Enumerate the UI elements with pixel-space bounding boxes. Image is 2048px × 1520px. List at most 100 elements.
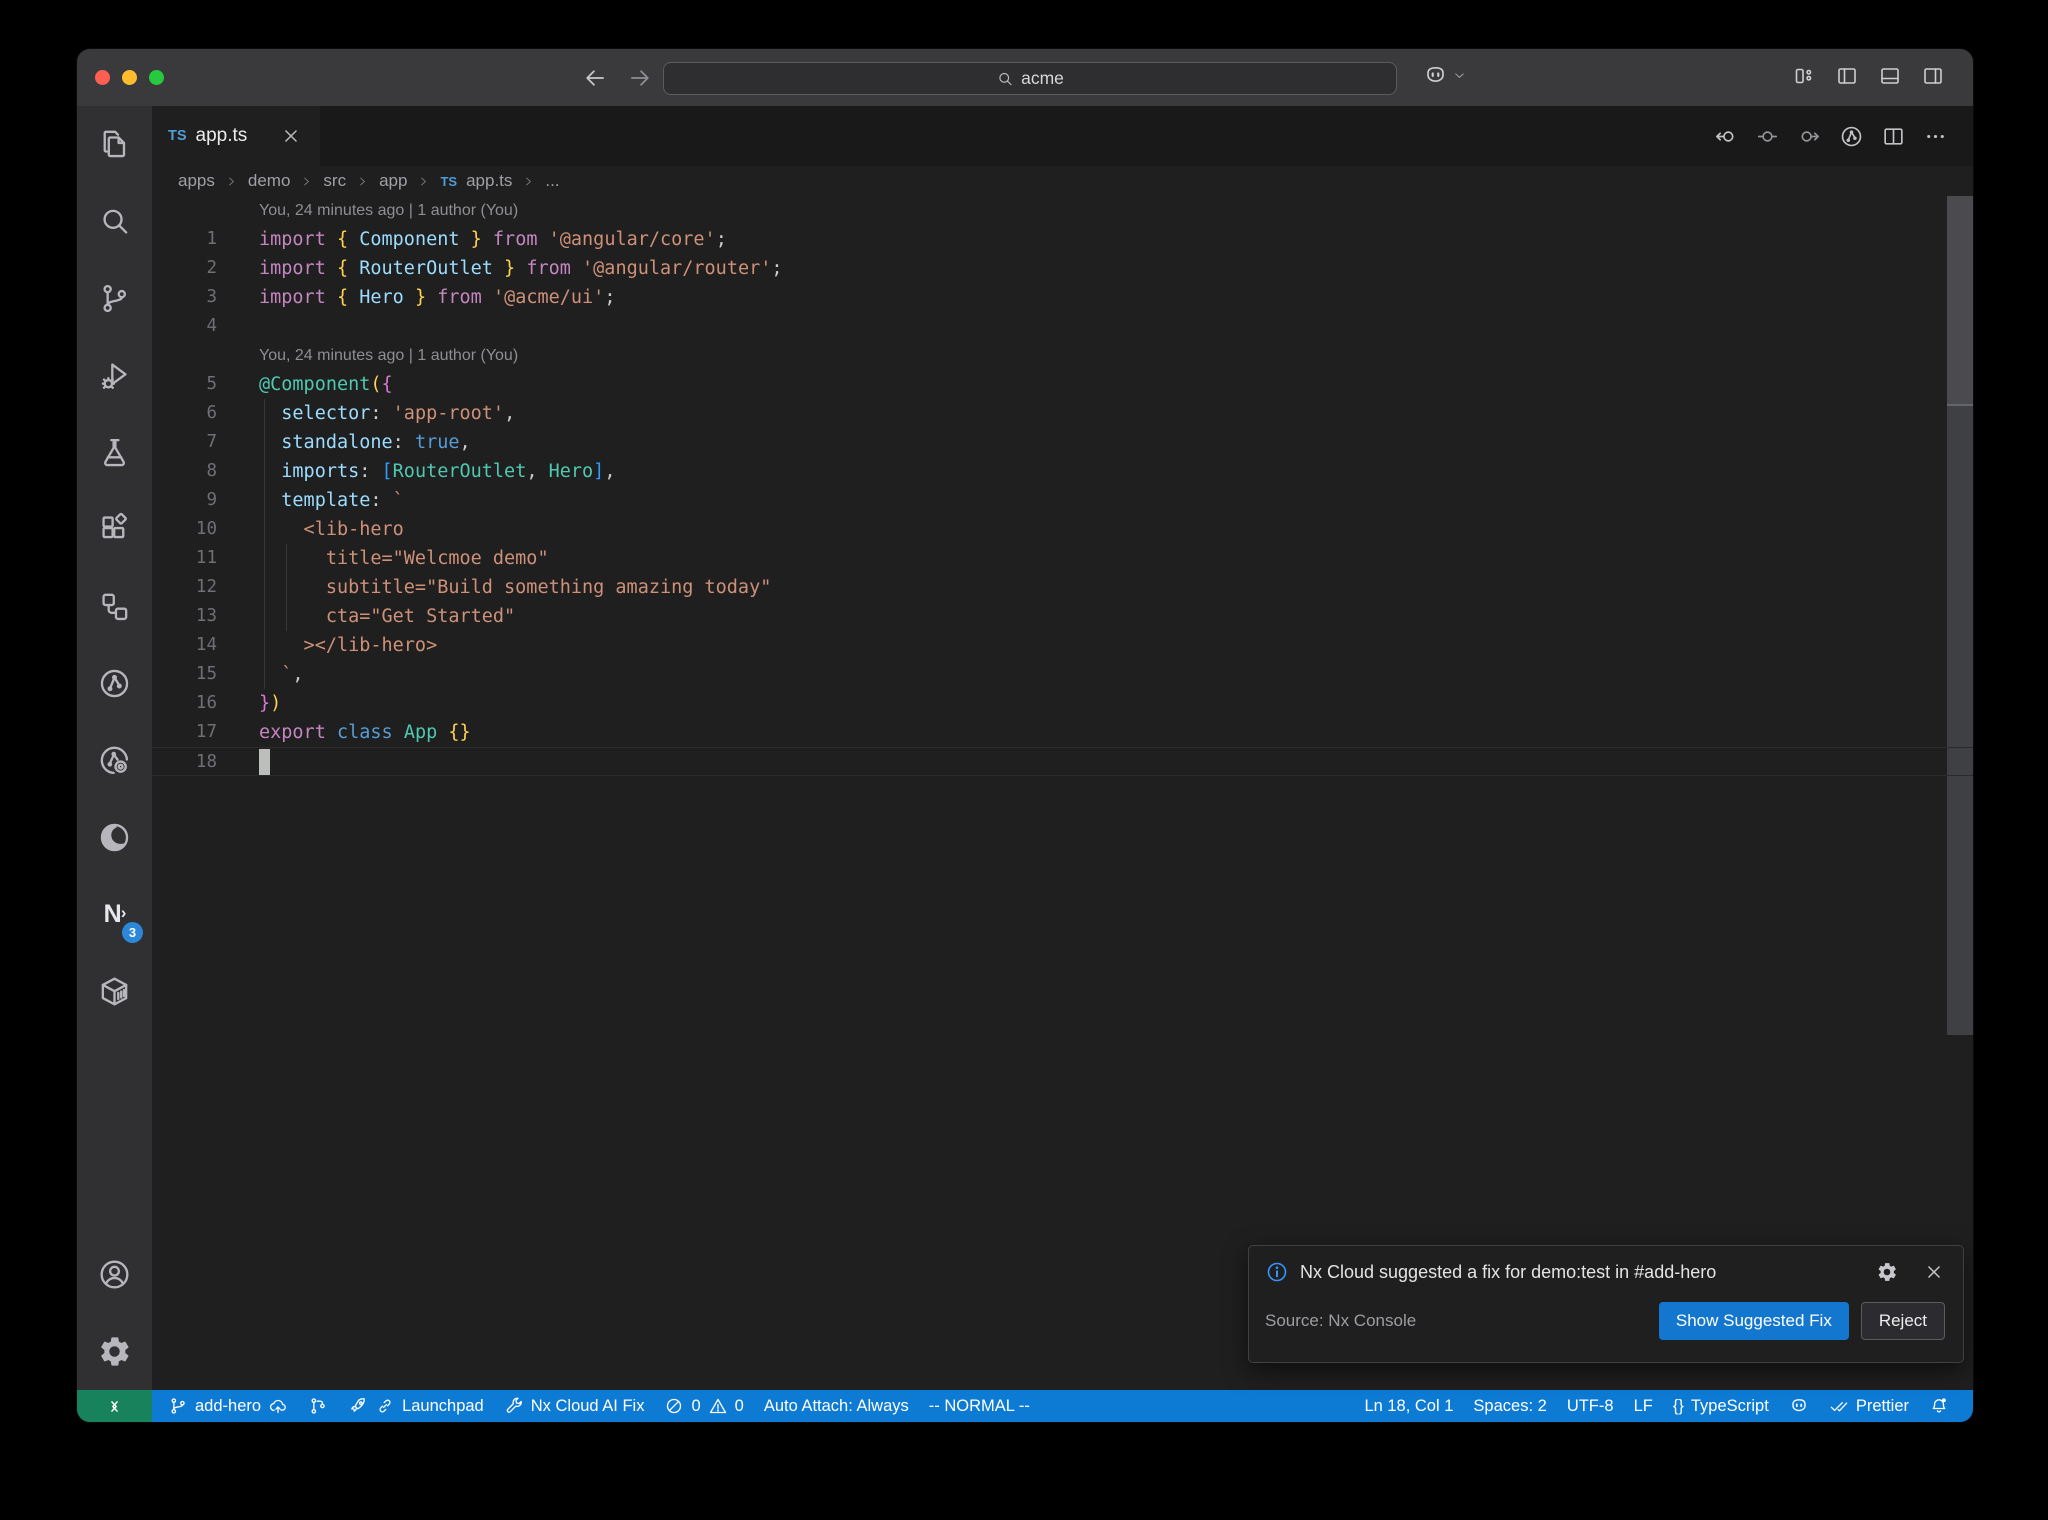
problems-status[interactable]: 00 [654,1396,753,1416]
code-line-10[interactable]: 10 <lib-hero [152,515,1973,544]
indentation-status[interactable]: Spaces: 2 [1463,1397,1556,1416]
chevron-right-icon [224,174,239,189]
code-line-17[interactable]: 17 export class App {} [152,718,1973,747]
split-editor-icon[interactable] [1881,124,1906,149]
toggle-primary-sidebar-icon[interactable] [1835,64,1859,88]
history-back-icon[interactable] [582,65,608,91]
code-line-6[interactable]: 6 selector: 'app-root', [152,399,1973,428]
code-line-2[interactable]: 2 import { RouterOutlet } from '@angular/… [152,254,1973,283]
nav-forward-icon[interactable] [1797,124,1822,149]
activity-item-run-and-debug[interactable] [77,337,152,414]
line-number: 1 [206,229,217,249]
close-window-button[interactable] [95,70,110,85]
history-forward-icon[interactable] [627,65,653,91]
code-editor[interactable]: You, 24 minutes ago | 1 author (You) 1 imp… [152,196,1973,1390]
code-line-18[interactable]: 18 [152,747,1973,776]
reject-button[interactable]: Reject [1860,1302,1945,1340]
breadcrumb-item-demo[interactable]: demo [248,171,291,191]
copilot-menu[interactable] [1423,63,1467,88]
code-line-3[interactable]: 3 import { Hero } from '@acme/ui'; [152,283,1973,312]
encoding-status[interactable]: UTF-8 [1557,1397,1624,1416]
code-line-5[interactable]: 5 @Component({ [152,370,1973,399]
editor-group: TS app.ts apps demo src app TS app.ts... You,… [152,106,1973,1390]
double-check-icon [1829,1396,1849,1416]
breadcrumb-item-apps[interactable]: apps [178,171,215,191]
rocket-icon [348,1396,368,1416]
breadcrumb-item-appts[interactable]: app.ts [466,171,512,191]
command-center-search[interactable]: acme [663,62,1397,95]
line-number: 11 [195,548,217,568]
git-branch-icon [168,1396,188,1416]
activity-item-source-control[interactable] [77,260,152,337]
code-line-14[interactable]: 14 ></lib-hero> [152,631,1973,660]
breadcrumb-item-app[interactable]: app [379,171,407,191]
activity-item-testing[interactable] [77,414,152,491]
activity-item-container-tools[interactable] [77,953,152,1030]
code-line-11[interactable]: 11 title="Welcmoe demo" [152,544,1973,573]
warning-triangle-icon [708,1396,728,1416]
git-graph-status[interactable] [298,1396,338,1416]
notification-close-icon[interactable] [1923,1261,1945,1283]
cursor-position-status[interactable]: Ln 18, Col 1 [1354,1397,1463,1416]
notifications-status[interactable] [1919,1396,1959,1416]
show-suggested-fix-button[interactable]: Show Suggested Fix [1658,1302,1849,1340]
code-line-13[interactable]: 13 cta="Get Started" [152,602,1973,631]
minimize-window-button[interactable] [122,70,137,85]
nav-back-icon[interactable] [1713,124,1738,149]
activity-item-extensions[interactable] [77,491,152,568]
activity-item-nx-console[interactable]: N› 3 [77,876,152,953]
toggle-panel-icon[interactable] [1878,64,1902,88]
formatter-status[interactable]: Prettier [1819,1396,1919,1416]
remote-icon [103,1395,126,1418]
code-line-7[interactable]: 7 standalone: true, [152,428,1973,457]
launchpad-status[interactable]: Launchpad [338,1396,494,1416]
activity-item-explorer[interactable] [77,106,152,183]
more-actions-icon[interactable] [1923,124,1948,149]
code-line-4[interactable]: 4 [152,312,1973,341]
layout-customize-icon[interactable] [1792,64,1816,88]
branch-status[interactable]: add-hero [158,1396,298,1416]
close-tab-icon[interactable] [280,125,302,147]
code-line-1[interactable]: 1 import { Component } from '@angular/cor… [152,225,1973,254]
breadcrumb-item-[interactable]: ... [545,171,559,191]
nx-run-target-icon[interactable] [1839,124,1864,149]
activity-item-nx-project-graph[interactable] [77,645,152,722]
code-line-text: import { Component } from '@angular/core… [259,229,727,250]
language-status[interactable]: {} TypeScript [1663,1397,1779,1416]
remote-indicator[interactable] [77,1390,152,1422]
nav-position-icon[interactable] [1755,124,1780,149]
code-line-12[interactable]: 12 subtitle="Build something amazing tod… [152,573,1973,602]
copilot-status[interactable] [1779,1396,1819,1416]
notification-toast: Nx Cloud suggested a fix for demo:test i… [1248,1245,1964,1363]
blame-annotation[interactable]: You, 24 minutes ago | 1 author (You) [152,196,1973,225]
code-line-16[interactable]: 16}) [152,689,1973,718]
vim-mode-status[interactable]: -- NORMAL -- [919,1397,1040,1416]
activity-item-nx-graph-search[interactable] [77,722,152,799]
activity-item-edge-tools[interactable] [77,799,152,876]
line-number: 6 [206,403,217,423]
auto-attach-status[interactable]: Auto Attach: Always [754,1397,919,1416]
tab-app-ts[interactable]: TS app.ts [152,106,321,166]
chevron-right-icon [416,174,431,189]
extensions-icon [97,512,132,547]
zoom-window-button[interactable] [149,70,164,85]
code-line-9[interactable]: 9 template: ` [152,486,1973,515]
activity-item-search[interactable] [77,183,152,260]
activity-item-accounts[interactable] [77,1236,152,1313]
toggle-secondary-sidebar-icon[interactable] [1921,64,1945,88]
status-bar: add-hero Launchpad Nx Cloud AI Fix 0 0 Auto A… [77,1390,1973,1422]
activity-item-settings[interactable] [77,1313,152,1390]
code-line-15[interactable]: 15 `, [152,660,1973,689]
breadcrumb-item-src[interactable]: src [323,171,346,191]
chevron-right-icon [521,174,536,189]
notification-settings-icon[interactable] [1876,1261,1898,1283]
eol-status[interactable]: LF [1624,1397,1663,1416]
code-line-8[interactable]: 8 imports: [RouterOutlet, Hero], [152,457,1973,486]
nx-cloud-ai-fix-status[interactable]: Nx Cloud AI Fix [494,1396,655,1416]
line-number: 4 [206,316,217,336]
blame-annotation[interactable]: You, 24 minutes ago | 1 author (You) [152,341,1973,370]
gutter-spacer [152,196,217,225]
activity-item-project-flow[interactable] [77,568,152,645]
line-number: 9 [206,490,217,510]
line-number: 15 [195,664,217,684]
